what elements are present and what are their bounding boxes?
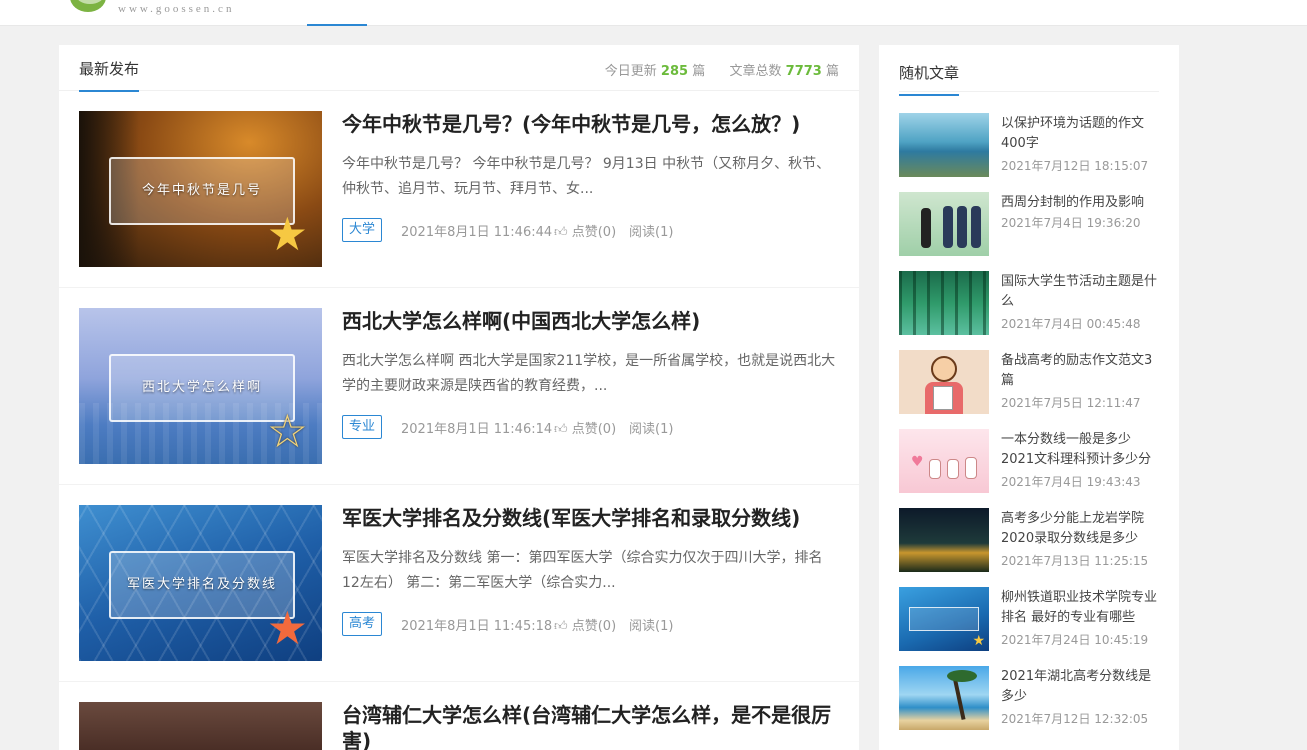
- side-post-title[interactable]: 柳州铁道职业技术学院专业排名 最好的专业有哪些: [1001, 588, 1161, 628]
- random-posts-panel: 随机文章 以保护环境为话题的作文400字 2021年7月12日 18:15:07…: [879, 45, 1179, 750]
- side-post-date: 2021年7月12日 18:15:07: [1001, 159, 1149, 173]
- like-count: 点赞(0): [571, 422, 617, 437]
- nav-item-active[interactable]: [307, 0, 367, 26]
- side-post-title[interactable]: 备战高考的励志作文范文3篇: [1001, 351, 1161, 391]
- post-excerpt: 今年中秋节是几号？ 今年中秋节是几号？ 9月13日 中秋节（又称月夕、秋节、仲秋…: [342, 156, 831, 197]
- total-unit: 篇: [825, 64, 839, 79]
- post-stats: 今日更新 285 篇 文章总数 7773 篇: [605, 60, 839, 79]
- like-button[interactable]: 👍︎ 点赞(0): [554, 221, 616, 240]
- post-tag[interactable]: 大学: [342, 218, 383, 242]
- side-post-date: 2021年7月13日 11:25:15: [1001, 554, 1149, 568]
- total-count: 7773: [785, 64, 822, 79]
- post-tag[interactable]: 专业: [342, 415, 383, 439]
- post-title[interactable]: 今年中秋节是几号？(今年中秋节是几号，怎么放？): [342, 111, 839, 137]
- post-item: 今年中秋节是几号 ★ 今年中秋节是几号？(今年中秋节是几号，怎么放？) 今年中秋…: [79, 111, 839, 267]
- side-post-title[interactable]: 西周分封制的作用及影响: [1001, 193, 1161, 213]
- like-button[interactable]: 👍︎ 点赞(0): [554, 418, 616, 437]
- today-label: 今日更新: [604, 64, 657, 79]
- list-item[interactable]: 西周分封制的作用及影响 2021年7月4日 19:36:20: [899, 192, 1159, 256]
- read-count: 阅读(1): [629, 422, 674, 437]
- latest-posts-title: 最新发布: [79, 58, 140, 92]
- side-post-title[interactable]: 以保护环境为话题的作文400字: [1001, 114, 1161, 154]
- post-title[interactable]: 台湾辅仁大学怎么样(台湾辅仁大学怎么样，是不是很厉害): [342, 702, 839, 750]
- side-post-date: 2021年7月4日 19:43:43: [1001, 475, 1141, 489]
- top-navbar: www.goossen.cn: [0, 0, 1307, 26]
- thumbs-up-icon: 👍︎: [554, 422, 568, 437]
- post-item: 军医大学排名及分数线 ★ 军医大学排名及分数线(军医大学排名和录取分数线) 军医…: [79, 505, 839, 661]
- today-count: 285: [660, 64, 689, 79]
- post-item: 西北大学怎么样啊 ☆ 西北大学怎么样啊(中国西北大学怎么样) 西北大学怎么样啊 …: [79, 308, 839, 464]
- post-tag[interactable]: 高考: [342, 612, 383, 636]
- like-button[interactable]: 👍︎ 点赞(0): [554, 615, 616, 634]
- side-thumbnail[interactable]: [899, 508, 989, 572]
- site-logo-icon[interactable]: [70, 0, 106, 12]
- like-count: 点赞(0): [571, 225, 617, 240]
- post-date: 2021年8月1日 11:46:14: [401, 422, 553, 437]
- star-icon: ★: [972, 633, 985, 649]
- heart-icon: ♥: [911, 454, 924, 470]
- side-thumbnail[interactable]: [899, 192, 989, 256]
- side-thumbnail[interactable]: [899, 666, 989, 730]
- latest-posts-panel: 最新发布 今日更新 285 篇 文章总数 7773 篇 今年中秋节是几号 ★ 今…: [59, 45, 859, 750]
- thumbs-up-icon: 👍︎: [554, 619, 568, 634]
- side-post-date: 2021年7月5日 12:11:47: [1001, 396, 1141, 410]
- side-post-title[interactable]: 2021年湖北高考分数线是多少: [1001, 667, 1161, 707]
- side-post-date: 2021年7月4日 19:36:20: [1001, 216, 1141, 230]
- side-thumbnail[interactable]: ♥: [899, 429, 989, 493]
- side-post-title[interactable]: 高考多少分能上龙岩学院2020录取分数线是多少: [1001, 509, 1161, 549]
- post-date: 2021年8月1日 11:46:44: [401, 225, 553, 240]
- post-thumbnail[interactable]: 军医大学排名及分数线 ★: [79, 505, 322, 661]
- side-thumbnail[interactable]: [899, 350, 989, 414]
- list-item[interactable]: 备战高考的励志作文范文3篇 2021年7月5日 12:11:47: [899, 350, 1159, 414]
- list-item[interactable]: 2021年湖北高考分数线是多少 2021年7月12日 12:32:05: [899, 666, 1159, 730]
- side-post-title[interactable]: 国际大学生节活动主题是什么: [1001, 272, 1161, 312]
- site-logo-text[interactable]: www.goossen.cn: [118, 3, 234, 15]
- star-icon: ★: [266, 207, 308, 261]
- side-post-date: 2021年7月4日 00:45:48: [1001, 317, 1141, 331]
- side-thumbnail[interactable]: ★: [899, 587, 989, 651]
- post-title[interactable]: 西北大学怎么样啊(中国西北大学怎么样): [342, 308, 839, 334]
- post-title[interactable]: 军医大学排名及分数线(军医大学排名和录取分数线): [342, 505, 839, 531]
- latest-posts-header: 最新发布 今日更新 285 篇 文章总数 7773 篇: [59, 45, 859, 92]
- side-post-date: 2021年7月24日 10:45:19: [1001, 633, 1149, 647]
- thumbs-up-icon: 👍︎: [554, 225, 568, 240]
- star-icon: ☆: [266, 404, 308, 458]
- post-item: 台湾辅仁大学怎么样(台湾辅仁大学怎么样，是不是很厉害): [79, 702, 839, 750]
- post-thumbnail[interactable]: 今年中秋节是几号 ★: [79, 111, 322, 267]
- side-post-title[interactable]: 一本分数线一般是多少2021文科理科预计多少分: [1001, 430, 1161, 470]
- side-thumbnail[interactable]: [899, 271, 989, 335]
- post-date: 2021年8月1日 11:45:18: [401, 619, 553, 634]
- list-item[interactable]: 以保护环境为话题的作文400字 2021年7月12日 18:15:07: [899, 113, 1159, 177]
- list-item[interactable]: ♥ 一本分数线一般是多少2021文科理科预计多少分 2021年7月4日 19:4…: [899, 429, 1159, 493]
- post-thumbnail[interactable]: [79, 702, 322, 750]
- like-count: 点赞(0): [571, 619, 617, 634]
- list-item[interactable]: ★ 柳州铁道职业技术学院专业排名 最好的专业有哪些 2021年7月24日 10:…: [899, 587, 1159, 651]
- post-excerpt: 西北大学怎么样啊 西北大学是国家211学校，是一所省属学校，也就是说西北大学的主…: [342, 353, 836, 394]
- post-excerpt: 军医大学排名及分数线 第一：第四军医大学（综合实力仅次于四川大学，排名12左右）…: [342, 550, 823, 591]
- today-unit: 篇: [692, 64, 706, 79]
- side-thumbnail[interactable]: [899, 113, 989, 177]
- star-icon: ★: [266, 601, 308, 655]
- read-count: 阅读(1): [629, 225, 674, 240]
- post-thumbnail[interactable]: 西北大学怎么样啊 ☆: [79, 308, 322, 464]
- list-item[interactable]: 高考多少分能上龙岩学院2020录取分数线是多少 2021年7月13日 11:25…: [899, 508, 1159, 572]
- total-label: 文章总数: [729, 64, 782, 79]
- read-count: 阅读(1): [629, 619, 674, 634]
- list-item[interactable]: 国际大学生节活动主题是什么 2021年7月4日 00:45:48: [899, 271, 1159, 335]
- side-post-date: 2021年7月12日 12:32:05: [1001, 712, 1149, 726]
